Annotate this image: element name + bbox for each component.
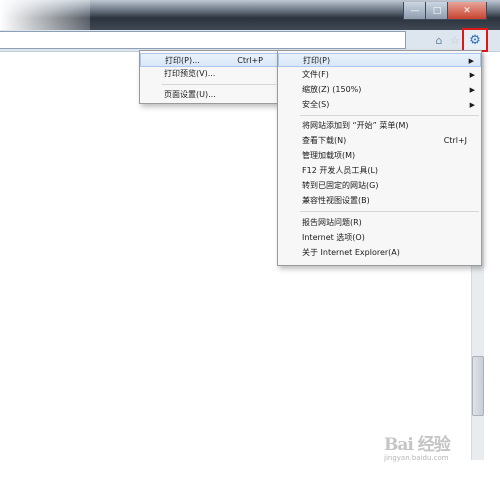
menu-item-file-label: 文件(F) (302, 70, 329, 79)
scrollbar-thumb[interactable] (472, 356, 484, 416)
gear-icon: ⚙ (469, 32, 481, 48)
menu-item-print[interactable]: 打印(P)... Ctrl+P (140, 53, 278, 67)
menu-item-view-downloads-label: 查看下载(N) (302, 136, 347, 145)
menu-item-view-downloads[interactable]: 查看下载(N) Ctrl+J (278, 134, 481, 148)
menu-item-print-label: 打印(P) (303, 56, 331, 65)
menu-item-page-setup-label: 页面设置(U)... (164, 90, 216, 99)
menu-item-page-setup[interactable]: 页面设置(U)... (140, 88, 278, 102)
watermark-logo: Bai 经验 (384, 435, 451, 455)
submenu-arrow-icon: ▶ (469, 101, 475, 109)
menu-item-about-ie[interactable]: 关于 Internet Explorer(A) (278, 246, 481, 260)
menu-item-internet-options-label: Internet 选项(O) (302, 233, 365, 242)
menu-item-f12-tools[interactable]: F12 开发人员工具(L) (278, 164, 481, 178)
menu-item-print-preview[interactable]: 打印预览(V)... (140, 67, 278, 81)
menu-item-compat-settings[interactable]: 兼容性视图设置(B) (278, 194, 481, 208)
menu-separator (300, 115, 479, 116)
menu-item-print[interactable]: 打印(P) ▶ (278, 53, 481, 67)
view-downloads-shortcut: Ctrl+J (443, 136, 467, 145)
print-submenu: 打印(P)... Ctrl+P 打印预览(V)... 页面设置(U)... (139, 50, 279, 104)
menu-item-zoom[interactable]: 缩放(Z) (150%) ▶ (278, 83, 481, 97)
minimize-button[interactable]: — (403, 2, 427, 20)
menu-item-pinned-sites-label: 转到已固定的网站(G) (302, 181, 379, 190)
menu-item-add-to-start-label: 将网站添加到 “开始” 菜单(M) (302, 121, 409, 130)
tools-menu: 打印(P) ▶ 文件(F) ▶ 缩放(Z) (150%) ▶ 安全(S) ▶ 将… (277, 50, 482, 266)
menu-item-manage-addons-label: 管理加载项(M) (302, 151, 356, 160)
menu-item-report-problems[interactable]: 报告网站问题(R) (278, 216, 481, 230)
menu-item-file[interactable]: 文件(F) ▶ (278, 68, 481, 82)
menu-item-compat-settings-label: 兼容性视图设置(B) (302, 196, 370, 205)
menu-item-about-ie-label: 关于 Internet Explorer(A) (302, 248, 400, 257)
menu-item-print-label: 打印(P)... (165, 56, 200, 65)
menu-item-report-problems-label: 报告网站问题(R) (302, 218, 362, 227)
menu-item-manage-addons[interactable]: 管理加载项(M) (278, 149, 481, 163)
menu-separator (162, 84, 276, 85)
watermark-url: jingyan.baidu.com (384, 454, 449, 462)
close-button[interactable]: ✕ (447, 2, 487, 20)
print-shortcut: Ctrl+P (237, 56, 263, 65)
menu-item-internet-options[interactable]: Internet 选项(O) (278, 231, 481, 245)
menu-item-safety-label: 安全(S) (302, 100, 330, 109)
maximize-button[interactable]: □ (425, 2, 449, 20)
baidu-watermark: Bai 经验 jingyan.baidu.com (384, 430, 451, 462)
home-icon[interactable]: ⌂ (431, 32, 447, 48)
submenu-arrow-icon: ▶ (468, 57, 474, 65)
menu-item-zoom-label: 缩放(Z) (150%) (302, 85, 362, 94)
menu-item-add-to-start[interactable]: 将网站添加到 “开始” 菜单(M) (278, 119, 481, 133)
address-bar[interactable] (0, 31, 406, 49)
menu-item-print-preview-label: 打印预览(V)... (164, 69, 216, 78)
tools-button[interactable]: ⚙ (462, 28, 488, 52)
submenu-arrow-icon: ▶ (469, 71, 475, 79)
menu-item-safety[interactable]: 安全(S) ▶ (278, 98, 481, 112)
menu-separator (300, 211, 479, 212)
submenu-arrow-icon: ▶ (469, 86, 475, 94)
menu-item-pinned-sites[interactable]: 转到已固定的网站(G) (278, 179, 481, 193)
menu-item-f12-tools-label: F12 开发人员工具(L) (302, 166, 379, 175)
favorites-icon[interactable]: ☆ (447, 32, 463, 48)
